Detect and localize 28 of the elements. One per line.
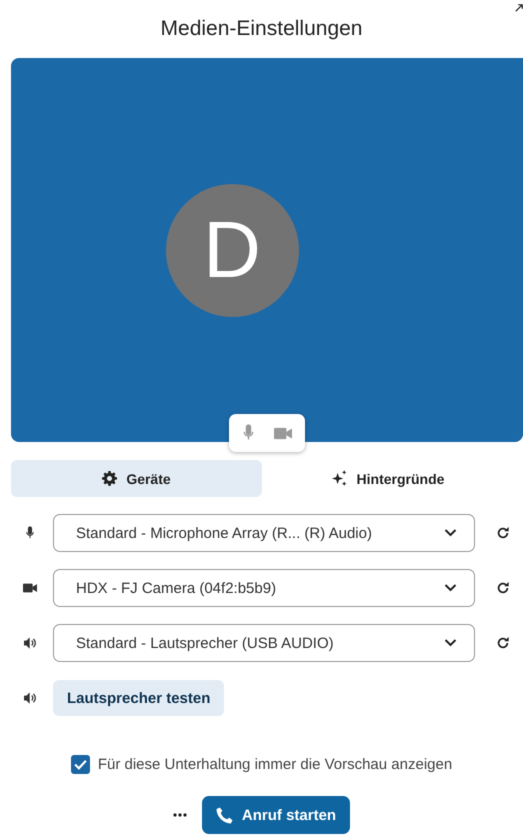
chevron-down-icon — [444, 639, 457, 647]
phone-icon — [216, 806, 233, 824]
tab[interactable]: Geräte — [11, 460, 262, 497]
checkbox-label: Für diese Unterhaltung immer die Vorschau anzeigen — [98, 756, 452, 773]
device-dropdown[interactable]: Standard - Lautsprecher (USB AUDIO) — [53, 624, 475, 662]
window-title: Medien-Einstellungen — [160, 17, 362, 41]
tab[interactable]: Hintergründe — [262, 460, 513, 497]
device-dropdown[interactable]: Standard - Microphone Array (R... (R) Audio) — [53, 514, 475, 552]
chevron-down-icon — [444, 529, 457, 537]
checkbox[interactable] — [70, 755, 90, 774]
chevron-down-icon — [444, 584, 457, 592]
microphone-icon — [25, 526, 35, 540]
sparkle-icon — [330, 470, 348, 487]
start-call-button[interactable]: Anruf starten — [202, 796, 350, 834]
microphone-icon[interactable] — [242, 424, 256, 442]
device-dropdown[interactable]: HDX - FJ Camera (04f2:b5b9) — [53, 569, 475, 607]
video-camera-icon — [23, 583, 37, 593]
test-speaker-button[interactable]: Lautsprecher testen — [53, 680, 224, 716]
avatar: D — [166, 184, 298, 316]
refresh-icon[interactable] — [496, 636, 510, 650]
speaker-icon — [24, 692, 36, 704]
video-camera-icon[interactable] — [274, 426, 292, 440]
expand-icon[interactable] — [515, 4, 523, 12]
refresh-icon[interactable] — [496, 526, 510, 540]
speaker-icon — [24, 637, 36, 649]
gear-icon — [102, 471, 118, 486]
refresh-icon[interactable] — [496, 581, 510, 595]
more-options-icon[interactable] — [172, 813, 187, 817]
